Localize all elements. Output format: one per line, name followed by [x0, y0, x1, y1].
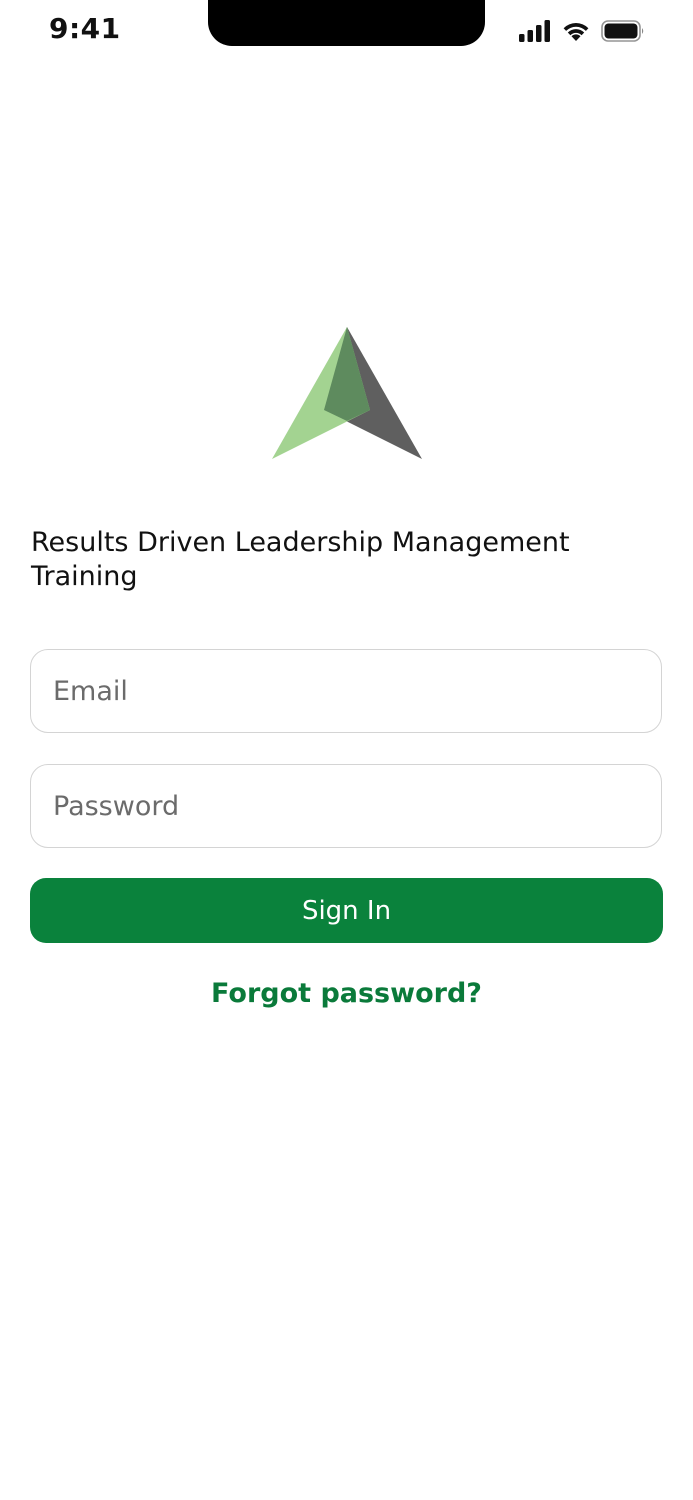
password-field[interactable]: [31, 765, 661, 847]
cellular-signal-icon: [519, 20, 551, 42]
logo-icon: [270, 324, 424, 462]
status-bar: 9:41: [0, 0, 693, 64]
forgot-password-link[interactable]: Forgot password?: [0, 978, 693, 1009]
battery-icon: [601, 20, 645, 42]
status-time: 9:41: [49, 12, 121, 45]
device-notch: [208, 0, 485, 46]
sign-in-button[interactable]: Sign In: [30, 878, 663, 943]
wifi-icon: [561, 20, 591, 42]
email-field[interactable]: [31, 650, 661, 732]
status-icons: [519, 20, 645, 42]
email-field-container: [30, 649, 662, 733]
password-field-container: [30, 764, 662, 848]
app-title: Results Driven Leadership Management Tra…: [31, 527, 570, 592]
login-screen: 9:41 Results Driven Leadership Managemen…: [0, 0, 693, 1500]
